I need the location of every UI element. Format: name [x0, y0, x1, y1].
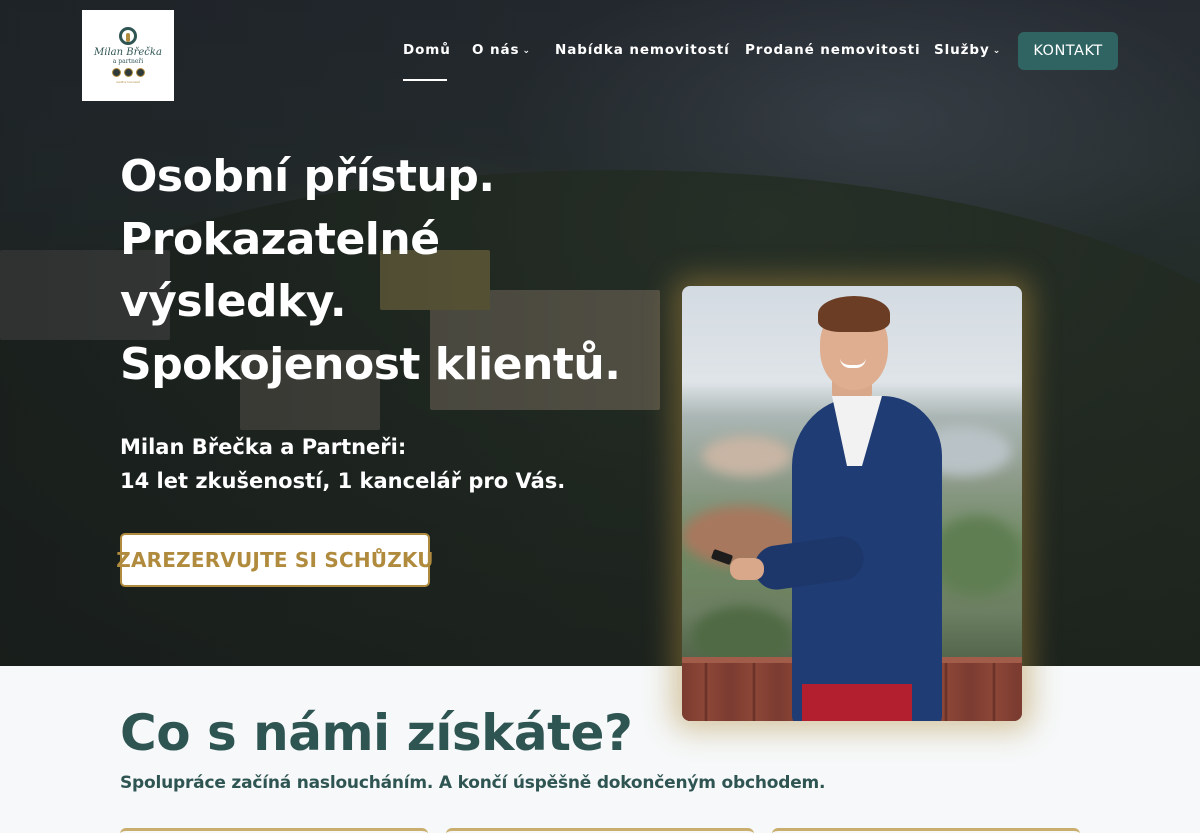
- chevron-down-icon: ⌄: [522, 46, 531, 56]
- nav-item-services[interactable]: Služby ⌄: [934, 42, 1001, 58]
- benefit-card: [446, 828, 754, 833]
- nav-item-about[interactable]: O nás ⌄: [472, 42, 531, 58]
- book-meeting-button[interactable]: ZAREZERVUJTE SI SCHŮZKU: [116, 533, 434, 587]
- headline-line: Prokazatelné: [120, 213, 440, 265]
- nav-item-label: O nás: [472, 42, 520, 58]
- section-subtitle: Spolupráce začíná nasloucháním. A končí …: [120, 773, 826, 793]
- benefit-card: [120, 828, 428, 833]
- nav-item-home[interactable]: Domů: [403, 42, 451, 58]
- nav-item-label: Domů: [403, 42, 451, 58]
- hero-subline: Milan Břečka a Partneři: 14 let zkušenos…: [120, 430, 565, 498]
- headline-line: Osobní přístup.: [120, 151, 495, 202]
- main-nav: Domů O nás ⌄ Nabídka nemovitostí Prodané …: [0, 0, 1200, 100]
- contact-button[interactable]: KONTAKT: [1018, 32, 1118, 70]
- subline-line: Milan Břečka a Partneři:: [120, 435, 407, 459]
- chevron-down-icon: ⌄: [992, 46, 1002, 56]
- nav-item-offers[interactable]: Nabídka nemovitostí: [555, 42, 730, 58]
- nav-item-label: Služby: [934, 42, 990, 58]
- benefit-card: [772, 828, 1080, 833]
- nav-active-indicator: [403, 79, 447, 81]
- nav-item-label: Nabídka nemovitostí: [555, 42, 730, 58]
- section-title: Co s námi získáte?: [120, 704, 633, 762]
- agent-portrait: [682, 286, 1022, 721]
- nav-item-sold[interactable]: Prodané nemovitosti: [745, 42, 921, 58]
- hero-headline: Osobní přístup. Prokazatelné výsledky. S…: [120, 146, 680, 396]
- subline-line: 14 let zkušeností, 1 kancelář pro Vás.: [120, 469, 566, 493]
- headline-line: Spokojenost klientů.: [120, 338, 621, 390]
- nav-item-label: Prodané nemovitosti: [745, 42, 921, 58]
- headline-line: výsledky.: [120, 276, 347, 327]
